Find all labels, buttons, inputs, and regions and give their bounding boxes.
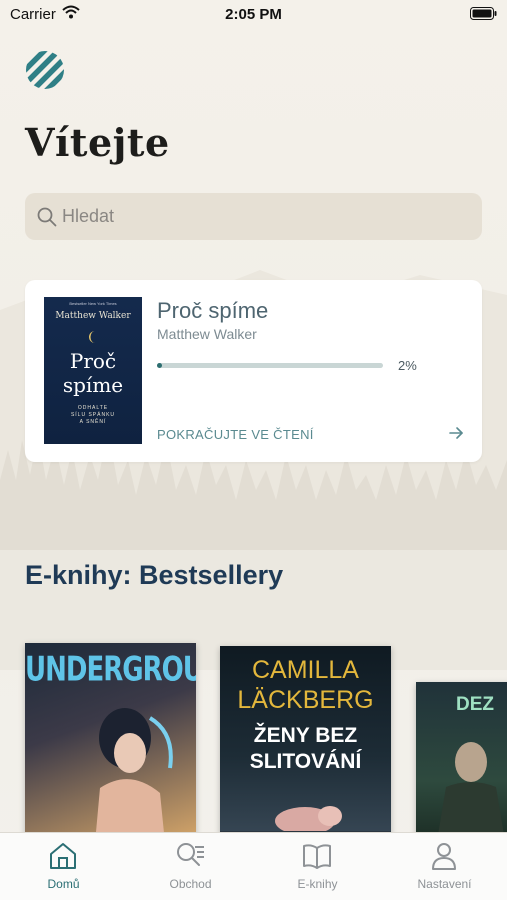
battery-icon: [470, 7, 497, 20]
tab-store[interactable]: Obchod: [127, 833, 254, 900]
section-title-bestsellers: E-knihy: Bestsellery: [25, 560, 284, 590]
cover-title: Proč spíme: [44, 349, 142, 397]
arrow-right-icon[interactable]: [448, 425, 464, 441]
tab-label: E-knihy: [297, 877, 338, 891]
home-screen: Carrier 2:05 PM Vítejte Bes: [0, 0, 507, 900]
book-cover[interactable]: Bestseller New York Times Matthew Walker…: [44, 297, 142, 444]
book-author: Matthew Walker: [157, 326, 257, 342]
tab-settings[interactable]: Nastavení: [381, 833, 507, 900]
continue-reading-card[interactable]: Bestseller New York Times Matthew Walker…: [25, 280, 482, 462]
cover-author-line: LÄCKBERG: [237, 686, 374, 714]
book-title: Proč spíme: [157, 298, 269, 323]
tab-home[interactable]: Domů: [0, 833, 127, 900]
home-icon: [50, 843, 76, 869]
cover-title-line: SLITOVÁNÍ: [249, 750, 362, 773]
cover-subtitle-line: ODHALTE: [77, 405, 109, 411]
reading-progress-label: 2%: [398, 358, 417, 373]
clock: 2:05 PM: [225, 6, 282, 23]
book-cover-dez[interactable]: DEZ: [416, 682, 507, 847]
tab-ebooks[interactable]: E-knihy: [254, 833, 381, 900]
user-icon: [432, 843, 456, 870]
app-logo: [26, 51, 64, 89]
store-search-icon: [177, 843, 204, 866]
book-cover-underground[interactable]: UNDERGROUND: [25, 643, 196, 843]
cover-title-line: Proč: [69, 349, 117, 373]
cover-illustration: [436, 742, 506, 847]
cover-title-line: ŽENY BEZ: [253, 724, 358, 747]
moon-icon: [89, 331, 95, 343]
book-icon: [303, 844, 331, 869]
page-title: Vítejte: [25, 120, 170, 165]
cover-title: UNDERGROUND: [25, 650, 196, 690]
tab-bar: Domů Obchod E-knihy Nastavení: [0, 832, 507, 900]
continue-reading-button[interactable]: POKRAČUJTE VE ČTENÍ: [157, 427, 314, 442]
book-cover-zeny-bez-slitovani[interactable]: CAMILLA LÄCKBERG ŽENY BEZ SLITOVÁNÍ: [220, 646, 391, 846]
search-bar[interactable]: [25, 193, 482, 240]
cover-title-line: spíme: [62, 373, 124, 397]
cover-author-line: CAMILLA: [252, 656, 359, 684]
cover-subtitle-line: A SNĚNÍ: [79, 419, 107, 425]
tab-label: Obchod: [169, 877, 212, 891]
status-bar: Carrier 2:05 PM: [0, 0, 507, 30]
reading-progress-bar: [157, 363, 383, 368]
search-input[interactable]: [62, 193, 462, 240]
cover-title: DEZ: [456, 694, 494, 715]
cover-subtitle-line: SÍLU SPÁNKU: [70, 412, 116, 418]
search-icon: [37, 207, 57, 227]
tab-label: Nastavení: [417, 877, 472, 891]
cover-top-text: Bestseller New York Times: [69, 301, 117, 306]
cover-author: Matthew Walker: [55, 311, 131, 321]
tab-label: Domů: [47, 877, 80, 891]
cover-illustration: [95, 708, 173, 843]
cover-subtitle: ODHALTE SÍLU SPÁNKU A SNĚNÍ: [44, 405, 142, 426]
reading-progress-fill: [157, 363, 162, 368]
